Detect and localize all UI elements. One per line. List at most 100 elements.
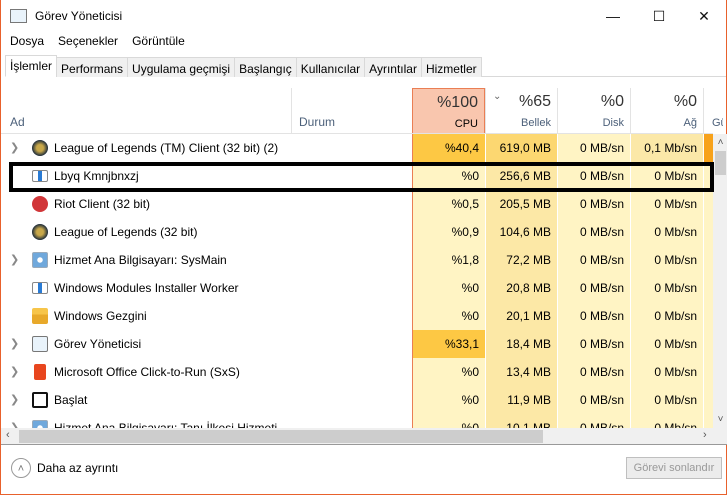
- menu-view[interactable]: Görüntüle: [123, 34, 190, 52]
- tab-startup[interactable]: Başlangıç: [234, 57, 297, 77]
- memory-cell: 72,2 MB: [485, 246, 557, 274]
- memory-cell: 20,8 MB: [485, 274, 557, 302]
- process-name: League of Legends (32 bit): [54, 225, 198, 239]
- disk-total: %0: [600, 93, 624, 110]
- gpu-cell: [703, 274, 713, 302]
- end-task-button[interactable]: Görevi sonlandır: [626, 457, 722, 479]
- disk-cell: 0 MB/sn: [557, 274, 630, 302]
- memory-cell: 619,0 MB: [485, 134, 557, 162]
- disk-cell: 0 MB/sn: [557, 302, 630, 330]
- column-network[interactable]: %0 Ağ: [630, 88, 703, 133]
- disk-cell: 0 MB/sn: [557, 134, 630, 162]
- expand-chevron-icon[interactable]: ❯: [10, 141, 19, 154]
- office-icon: [34, 364, 46, 380]
- network-cell: 0 Mb/sn: [630, 190, 703, 218]
- column-cpu[interactable]: %100 CPU: [412, 88, 485, 133]
- minimize-button[interactable]: —: [590, 0, 636, 32]
- process-row[interactable]: ❯ League of Legends (TM) Client (32 bit) …: [1, 134, 713, 162]
- expand-chevron-icon[interactable]: ❯: [10, 253, 19, 266]
- network-cell: 0 Mb/sn: [630, 386, 703, 414]
- cpu-cell: %0: [412, 162, 485, 190]
- fewer-details-link[interactable]: Daha az ayrıntı: [37, 461, 118, 475]
- horizontal-scrollbar[interactable]: ‹ ›: [1, 428, 727, 445]
- gpu-cell: [703, 190, 713, 218]
- process-row[interactable]: ❯ Görev Yöneticisi %33,1 18,4 MB 0 MB/sn 0 Mb…: [1, 330, 713, 358]
- memory-cell: 18,4 MB: [485, 330, 557, 358]
- league-icon: [32, 224, 48, 240]
- process-row[interactable]: ❯ Hizmet Ana Bilgisayarı: Tanı İlkesi Hiz…: [1, 414, 713, 428]
- scroll-up-icon[interactable]: ˄: [713, 134, 727, 151]
- disk-cell: 0 MB/sn: [557, 246, 630, 274]
- process-row[interactable]: Lbyq Kmnjbnxzj %0 256,6 MB 0 MB/sn 0 Mb/sn: [1, 162, 713, 190]
- chevron-up-circle-icon[interactable]: ˄: [11, 458, 31, 478]
- expand-chevron-icon[interactable]: ❯: [10, 365, 19, 378]
- cpu-cell: %0,9: [412, 218, 485, 246]
- tab-users[interactable]: Kullanıcılar: [295, 57, 366, 77]
- column-status[interactable]: Durum: [291, 88, 412, 133]
- vertical-scrollbar[interactable]: ˄ ˅: [713, 134, 727, 428]
- menu-options[interactable]: Seçenekler: [49, 34, 123, 52]
- gpu-cell: [703, 218, 713, 246]
- gpu-cell: [703, 134, 713, 162]
- process-name: Riot Client (32 bit): [54, 197, 151, 211]
- league-icon: [32, 140, 48, 156]
- scroll-down-icon[interactable]: ˅: [713, 411, 727, 428]
- expand-chevron-icon[interactable]: ❯: [10, 337, 19, 350]
- riot-icon: [32, 196, 48, 212]
- process-name: Windows Modules Installer Worker: [54, 281, 239, 295]
- memory-cell: 20,1 MB: [485, 302, 557, 330]
- column-name[interactable]: Ad: [10, 115, 25, 129]
- process-row[interactable]: League of Legends (32 bit) %0,9 104,6 MB 0 …: [1, 218, 713, 246]
- tab-performance[interactable]: Performans: [56, 57, 129, 77]
- title-bar: Görev Yöneticisi — ☐ ✕: [1, 0, 726, 32]
- disk-cell: 0 MB/sn: [557, 386, 630, 414]
- cpu-cell: %0: [412, 414, 485, 428]
- maximize-button[interactable]: ☐: [636, 0, 682, 32]
- expand-chevron-icon[interactable]: ❯: [10, 393, 19, 406]
- tab-services[interactable]: Hizmetler: [420, 57, 482, 77]
- menu-file[interactable]: Dosya: [1, 34, 49, 52]
- close-button[interactable]: ✕: [681, 0, 727, 32]
- vertical-scroll-thumb[interactable]: [715, 151, 726, 175]
- process-row[interactable]: ❯ Hizmet Ana Bilgisayarı: SysMain %1,8 72,2…: [1, 246, 713, 274]
- process-row[interactable]: Windows Modules Installer Worker %0 20,8 M…: [1, 274, 713, 302]
- process-row[interactable]: Windows Gezgini %0 20,1 MB 0 MB/sn 0 Mb/sn: [1, 302, 713, 330]
- process-name: Görev Yöneticisi: [54, 337, 142, 351]
- cpu-cell: %0: [412, 386, 485, 414]
- column-gpu[interactable]: Gü: [703, 88, 723, 133]
- tab-app-history[interactable]: Uygulama geçmişi: [127, 57, 236, 77]
- scroll-right-icon[interactable]: ›: [703, 429, 707, 441]
- gpu-cell: [703, 246, 713, 274]
- cpu-cell: %0: [412, 274, 485, 302]
- process-row[interactable]: ❯ Başlat %0 11,9 MB 0 MB/sn 0 Mb/sn: [1, 386, 713, 414]
- column-memory[interactable]: ⌄ %65 Bellek: [485, 88, 557, 133]
- cpu-cell: %0: [412, 302, 485, 330]
- expand-chevron-icon[interactable]: ❯: [10, 421, 19, 428]
- tab-processes[interactable]: İşlemler: [5, 55, 58, 77]
- process-name: Hizmet Ana Bilgisayarı: Tanı İlkesi Hizm…: [54, 421, 278, 428]
- horizontal-scroll-thumb[interactable]: [19, 430, 543, 443]
- process-row[interactable]: Riot Client (32 bit) %0,5 205,5 MB 0 MB/sn 0…: [1, 190, 713, 218]
- gpu-label: Gü: [712, 117, 723, 129]
- cpu-cell: %0: [412, 358, 485, 386]
- process-row[interactable]: ❯ Microsoft Office Click-to-Run (SxS) %0 13…: [1, 358, 713, 386]
- app-window-icon: [32, 170, 48, 182]
- network-cell: 0,1 Mb/sn: [630, 134, 703, 162]
- disk-cell: 0 MB/sn: [557, 190, 630, 218]
- cpu-cell: %1,8: [412, 246, 485, 274]
- column-disk[interactable]: %0 Disk: [557, 88, 630, 133]
- gpu-cell: [703, 302, 713, 330]
- process-name: Lbyq Kmnjbnxzj: [54, 169, 139, 183]
- disk-cell: 0 MB/sn: [557, 358, 630, 386]
- memory-cell: 13,4 MB: [485, 358, 557, 386]
- scroll-left-icon[interactable]: ‹: [6, 429, 10, 441]
- gpu-cell: [703, 330, 713, 358]
- tab-details[interactable]: Ayrıntılar: [364, 57, 422, 77]
- disk-cell: 0 MB/sn: [557, 330, 630, 358]
- disk-cell: 0 MB/sn: [557, 162, 630, 190]
- column-header: Ad Durum %100 CPU ⌄ %65 Bellek %0 Disk %…: [1, 88, 723, 134]
- gpu-cell: [703, 162, 713, 190]
- network-cell: 0 Mb/sn: [630, 358, 703, 386]
- disk-cell: 0 MB/sn: [557, 218, 630, 246]
- process-name: Windows Gezgini: [54, 309, 147, 323]
